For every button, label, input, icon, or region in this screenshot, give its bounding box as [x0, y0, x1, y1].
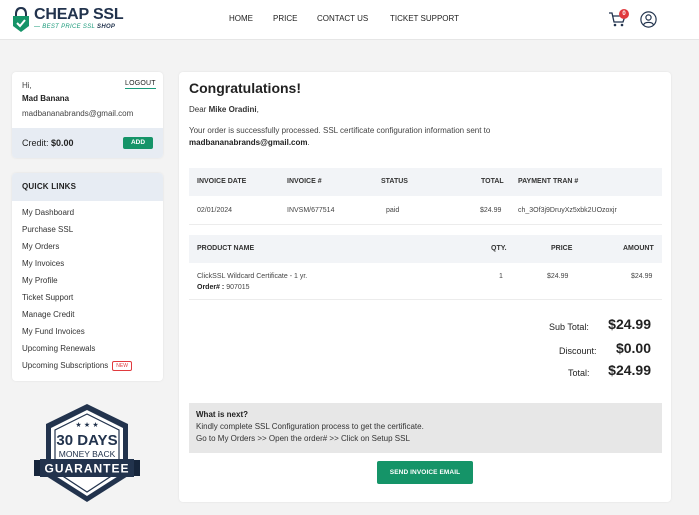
col-invoice-number: INVOICE # [287, 178, 322, 185]
col-status: STATUS [381, 178, 408, 185]
quick-links-panel: QUICK LINKS My Dashboard Purchase SSL My… [12, 173, 163, 381]
brand-logo[interactable]: CHEAP SSL — BEST PRICE SSL SHOP [12, 6, 124, 33]
col-amount: AMOUNT [623, 245, 654, 252]
salutation: Dear Mike Oradini, [189, 105, 259, 114]
brand-name: CHEAP SSL [34, 6, 124, 23]
credit-bar: Credit: $0.00 ADD [12, 128, 163, 158]
user-email: madbananabrands@gmail.com [22, 109, 134, 118]
discount-value: $0.00 [615, 340, 651, 356]
quick-link-upcoming-renewals[interactable]: Upcoming Renewals [12, 343, 163, 360]
invoice-date: 02/01/2024 [197, 207, 233, 214]
next-steps-line-1: Kindly complete SSL Configuration proces… [196, 422, 424, 431]
user-circle-icon[interactable] [640, 11, 657, 28]
invoice-table-header: INVOICE DATE INVOICE # STATUS TOTAL PAYM… [189, 168, 662, 196]
product-qty: 1 [499, 273, 503, 280]
page-title: Congratulations! [189, 80, 301, 96]
product-name: ClickSSL Wildcard Certificate - 1 yr. [197, 273, 308, 280]
lock-shield-icon [13, 7, 29, 32]
send-invoice-email-button[interactable]: SEND INVOICE EMAIL [377, 461, 473, 484]
logout-link[interactable]: LOGOUT [125, 80, 156, 89]
table-row: ClickSSL Wildcard Certificate - 1 yr. Or… [189, 263, 662, 300]
new-badge: NEW [112, 361, 132, 371]
quick-link-ticket-support[interactable]: Ticket Support [12, 292, 163, 309]
col-payment-tran: PAYMENT TRAN # [518, 178, 579, 185]
col-product-name: PRODUCT NAME [197, 245, 255, 252]
quick-link-my-fund-invoices[interactable]: My Fund Invoices [12, 326, 163, 343]
quick-link-my-orders[interactable]: My Orders [12, 241, 163, 258]
next-steps-title: What is next? [196, 410, 249, 419]
brand-tagline: — BEST PRICE SSL SHOP [34, 24, 116, 30]
col-price: PRICE [551, 245, 573, 252]
total-value: $24.99 [608, 362, 651, 378]
add-credit-button[interactable]: ADD [123, 137, 153, 149]
quick-link-purchase-ssl[interactable]: Purchase SSL [12, 224, 163, 241]
nav-contact-us[interactable]: CONTACT US [317, 14, 368, 23]
quick-link-manage-credit[interactable]: Manage Credit [12, 309, 163, 326]
col-invoice-date: INVOICE DATE [197, 178, 247, 185]
order-confirmation-card: Congratulations! Dear Mike Oradini, Your… [179, 72, 671, 502]
guarantee-days: 30 DAYS [56, 432, 117, 449]
order-number: Order# : 907015 [197, 284, 250, 291]
payment-tran-id: ch_3Of3j9DruyXz5xbk2UOzoxjr [518, 207, 617, 214]
quick-links-title: QUICK LINKS [12, 173, 163, 201]
quick-link-my-invoices[interactable]: My Invoices [12, 258, 163, 275]
quick-link-my-profile[interactable]: My Profile [12, 275, 163, 292]
invoice-total: $24.99 [480, 207, 502, 214]
confirmation-message: Your order is successfully processed. SS… [189, 126, 491, 147]
greeting: Hi, [22, 81, 32, 90]
product-amount: $24.99 [631, 273, 653, 280]
table-row: 02/01/2024 INVSM/677514 paid $24.99 ch_3… [189, 196, 662, 225]
status-badge: paid [386, 207, 400, 214]
subtotal-value: $24.99 [608, 316, 651, 332]
quick-link-label: Upcoming Subscriptions [22, 361, 109, 370]
next-steps-line-2: Go to My Orders >> Open the order# >> Cl… [196, 434, 410, 443]
svg-text:★ ★ ★: ★ ★ ★ [75, 421, 98, 429]
quick-link-my-dashboard[interactable]: My Dashboard [12, 207, 163, 224]
guarantee-ribbon: GUARANTEE [44, 462, 129, 476]
site-header: CHEAP SSL — BEST PRICE SSL SHOP HOME PRI… [0, 0, 699, 40]
product-table-header: PRODUCT NAME QTY. PRICE AMOUNT [189, 235, 662, 263]
guarantee-line: MONEY BACK [59, 449, 116, 459]
nav-price[interactable]: PRICE [273, 14, 297, 23]
quick-links-list: My Dashboard Purchase SSL My Orders My I… [12, 201, 163, 377]
col-qty: QTY. [491, 245, 507, 252]
col-total: TOTAL [481, 178, 504, 185]
product-price: $24.99 [547, 273, 569, 280]
nav-ticket-support[interactable]: TICKET SUPPORT [390, 14, 459, 23]
cart-count-badge: 0 [619, 9, 629, 19]
user-name: Mad Banana [22, 94, 70, 103]
profile-card: Hi, LOGOUT Mad Banana madbananabrands@gm… [12, 72, 163, 158]
quick-link-upcoming-subscriptions[interactable]: Upcoming Subscriptions NEW [12, 360, 163, 377]
credit-balance: Credit: $0.00 [22, 138, 74, 148]
next-steps-box: What is next? Kindly complete SSL Config… [189, 403, 662, 453]
nav-home[interactable]: HOME [229, 14, 253, 23]
money-back-guarantee-badge: ★ ★ ★ 30 DAYS MONEY BACK GUARANTEE [34, 404, 140, 502]
invoice-number[interactable]: INVSM/677514 [287, 207, 334, 214]
